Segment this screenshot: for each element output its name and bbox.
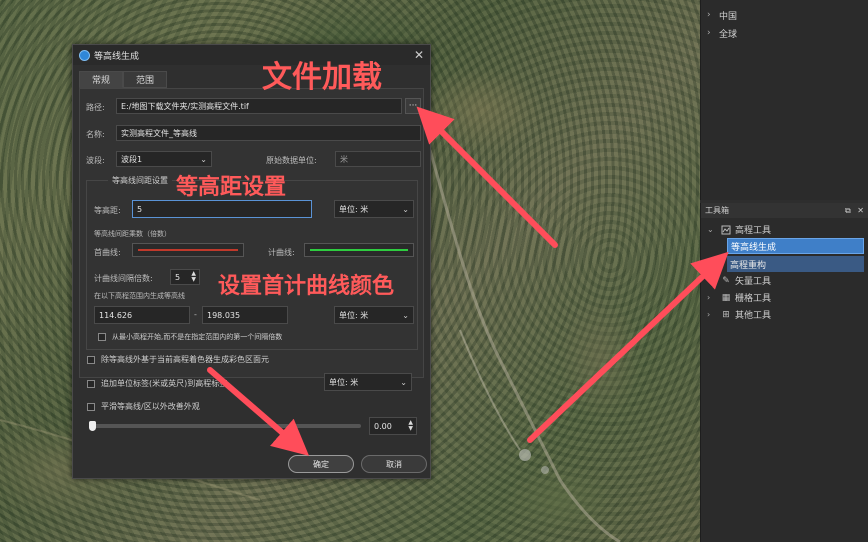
checkbox-label: 除等高线外基于当前高程着色器生成彩色区面元 [101, 355, 269, 364]
checkbox-label: 从最小高程开始,而不是在指定范围内的第一个间隔倍数 [112, 333, 283, 341]
group-label: 栅格工具 [735, 294, 772, 304]
checkbox-box[interactable] [87, 355, 95, 364]
annotation-file-load: 文件加载 [262, 60, 382, 95]
toolbox-title: 工具箱 [705, 206, 729, 215]
tab-general[interactable]: 常规 [79, 71, 124, 88]
checkbox-box[interactable] [98, 333, 106, 341]
close-icon[interactable]: ✕ [857, 206, 864, 215]
range-separator: - [194, 310, 197, 319]
band-label: 波段: [86, 156, 105, 165]
toolbox-header: 工具箱 ⧉ ✕ [701, 203, 868, 218]
smooth-value-stepper[interactable]: 0.00 ▲ ▼ [369, 417, 417, 435]
checkbox-label: 追加单位标签(米或英尺)到高程标签 [101, 379, 228, 388]
spin-arrows-icon[interactable]: ▲ ▼ [191, 271, 196, 283]
add-unit-select[interactable]: 单位: 米 ⌄ [324, 373, 412, 391]
group-label: 其他工具 [735, 311, 772, 321]
chevron-right-icon[interactable]: › [707, 310, 717, 319]
spin-arrows-icon[interactable]: ▲ ▼ [408, 420, 413, 432]
dialog-title: 等高线生成 [94, 51, 140, 62]
chevron-down-icon: ⌄ [200, 154, 207, 164]
smooth-slider[interactable] [89, 421, 361, 431]
add-unit-label-checkbox[interactable]: 追加单位标签(米或英尺)到高程标签 [87, 378, 227, 389]
tree-item-global[interactable]: › 全球 [701, 24, 868, 42]
range-unit-value: 单位: 米 [339, 310, 369, 320]
chevron-down-icon: ⌄ [400, 377, 407, 387]
terrain-tool-icon [720, 224, 732, 236]
toolbox-group-raster[interactable]: › ▦ 栅格工具 [701, 289, 868, 306]
index-multiple-stepper[interactable]: 5 ▲ ▼ [170, 269, 200, 285]
tool-label: 等高线生成 [731, 242, 777, 253]
first-curve-color-line [138, 249, 238, 251]
group-label: 矢量工具 [735, 277, 772, 287]
interval-unit-select[interactable]: 单位: 米 ⌄ [334, 200, 414, 218]
color-area-checkbox[interactable]: 除等高线外基于当前高程着色器生成彩色区面元 [87, 354, 269, 365]
contour-generation-dialog: 等高线生成 ✕ 常规 范围 路径: E:/地图下载文件夹/实测高程文件.tif … [72, 44, 431, 479]
checkbox-box[interactable] [87, 402, 95, 411]
index-multiple-label: 计曲线间隔倍数: [94, 274, 153, 283]
interval-label: 等高距: [94, 206, 121, 215]
interval-input[interactable]: 5 [132, 200, 312, 218]
chevron-down-icon[interactable]: ⌄ [707, 225, 717, 234]
general-tab-panel: 路径: E:/地图下载文件夹/实测高程文件.tif ··· 名称: 实测高程文件… [79, 88, 424, 378]
band-select[interactable]: 波段1 ⌄ [116, 151, 212, 167]
chevron-right-icon[interactable]: › [707, 293, 717, 302]
name-label: 名称: [86, 130, 105, 139]
float-icon[interactable]: ⧉ [845, 206, 851, 215]
checkbox-label: 平滑等高线/区以外改善外观 [101, 402, 200, 411]
chevron-right-icon[interactable]: › [707, 28, 717, 38]
grid-icon: ▦ [721, 292, 731, 303]
annotation-curve-color: 设置首计曲线颜色 [218, 274, 395, 299]
band-value: 波段1 [121, 154, 143, 164]
pen-icon: ✎ [722, 275, 730, 286]
toolbox-group-terrain[interactable]: ⌄ 高程工具 [701, 221, 868, 238]
ok-button[interactable]: 确定 [288, 455, 354, 473]
index-curve-label: 计曲线: [268, 248, 295, 257]
index-curve-color-line [310, 249, 408, 251]
name-input[interactable]: 实测高程文件_等高线 [116, 125, 421, 141]
path-input[interactable]: E:/地图下载文件夹/实测高程文件.tif [116, 98, 402, 114]
interval-group-title: 等高线间距设置 [108, 175, 172, 186]
cancel-button[interactable]: 取消 [361, 455, 427, 473]
index-curve-color-picker[interactable] [304, 243, 414, 257]
tool-elevation-rebuild[interactable]: 高程重构 [727, 256, 864, 272]
multiplier-title: 等高线间距乘数（倍数） [94, 230, 171, 238]
tree-item-label: 全球 [719, 29, 738, 40]
close-icon[interactable]: ✕ [414, 48, 424, 62]
checkbox-box[interactable] [87, 379, 95, 388]
toolbox-group-vector[interactable]: ✎ 矢量工具 [701, 272, 868, 289]
range-title: 在以下高程范围内生成等高线 [94, 292, 185, 300]
toolbox-panel: 工具箱 ⧉ ✕ ⌄ 高程工具 等高线生成 高程重构 ✎ 矢量工具 › ▦ 栅格工… [700, 203, 868, 542]
tool-contour-generation[interactable]: 等高线生成 [727, 238, 864, 254]
range-max-input[interactable]: 198.035 [202, 306, 288, 324]
first-curve-label: 首曲线: [94, 248, 121, 257]
tab-range[interactable]: 范围 [123, 71, 168, 88]
browse-button[interactable]: ··· [405, 98, 421, 114]
orig-unit-value: 米 [335, 151, 421, 167]
interval-unit-value: 单位: 米 [339, 204, 369, 214]
range-min-input[interactable]: 114.626 [94, 306, 190, 324]
start-from-min-checkbox[interactable]: 从最小高程开始,而不是在指定范围内的第一个间隔倍数 [98, 332, 282, 342]
tool-label: 高程重构 [730, 260, 767, 271]
region-tree-panel: › 中国 › 全球 [700, 0, 868, 200]
add-unit-value: 单位: 米 [329, 377, 359, 387]
tiles-icon: ⊞ [722, 309, 730, 320]
toolbox-group-other[interactable]: › ⊞ 其他工具 [701, 306, 868, 323]
smooth-checkbox[interactable]: 平滑等高线/区以外改善外观 [87, 401, 200, 412]
slider-thumb[interactable] [89, 421, 96, 431]
app-logo-icon [79, 49, 90, 61]
path-label: 路径: [86, 103, 105, 112]
group-label: 高程工具 [735, 226, 772, 236]
chevron-right-icon[interactable]: › [707, 10, 717, 20]
chevron-down-icon: ⌄ [402, 204, 409, 214]
annotation-interval-setting: 等高距设置 [176, 175, 287, 200]
tree-item-china[interactable]: › 中国 [701, 6, 868, 24]
smooth-value: 0.00 [374, 421, 392, 431]
first-curve-color-picker[interactable] [132, 243, 244, 257]
tree-item-label: 中国 [719, 11, 738, 22]
range-unit-select[interactable]: 单位: 米 ⌄ [334, 306, 414, 324]
index-multiple-value: 5 [175, 272, 181, 282]
chevron-down-icon: ⌄ [402, 310, 409, 320]
orig-unit-label: 原始数据单位: [266, 156, 317, 165]
